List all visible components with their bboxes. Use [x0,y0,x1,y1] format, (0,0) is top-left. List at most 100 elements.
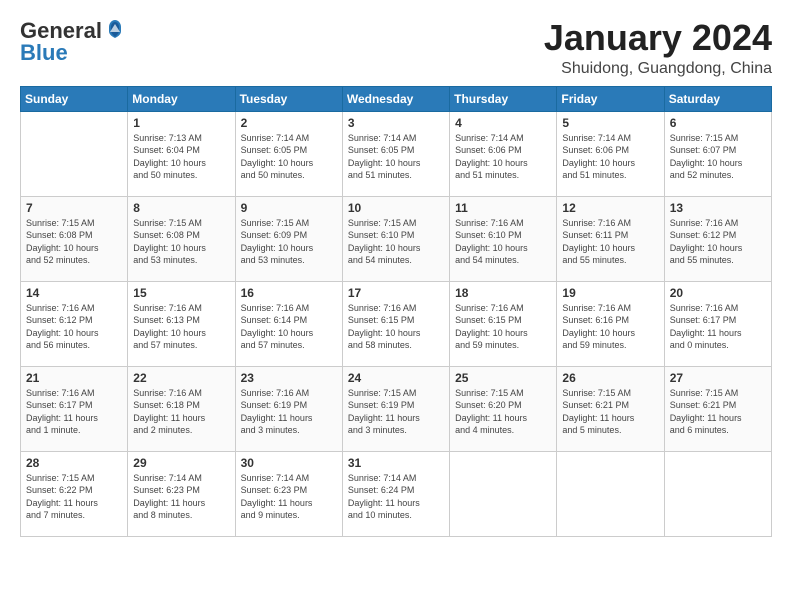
day-cell: 10Sunrise: 7:15 AM Sunset: 6:10 PM Dayli… [342,196,449,281]
day-info: Sunrise: 7:14 AM Sunset: 6:23 PM Dayligh… [133,472,229,522]
day-number: 26 [562,371,658,385]
day-number: 12 [562,201,658,215]
day-number: 7 [26,201,122,215]
day-cell: 28 Sunrise: 7:15 AM Sunset: 6:22 PM Dayli… [21,451,128,536]
week-row-3: 14Sunrise: 7:16 AM Sunset: 6:12 PM Dayli… [21,281,772,366]
day-cell: 29 Sunrise: 7:14 AM Sunset: 6:23 PM Dayli… [128,451,235,536]
day-number: 1 [133,116,229,130]
calendar-title: January 2024 [544,18,772,58]
col-wednesday: Wednesday [342,86,449,111]
day-info: Sunrise: 7:15 AM Sunset: 6:21 PM Dayligh… [670,387,766,437]
day-number: 24 [348,371,444,385]
day-cell: 1Sunrise: 7:13 AM Sunset: 6:04 PM Daylig… [128,111,235,196]
day-number: 18 [455,286,551,300]
day-cell: 26 Sunrise: 7:15 AM Sunset: 6:21 PM Dayli… [557,366,664,451]
day-number: 4 [455,116,551,130]
day-info: Sunrise: 7:15 AM Sunset: 6:19 PM Dayligh… [348,387,444,437]
day-info: Sunrise: 7:16 AM Sunset: 6:12 PM Dayligh… [670,217,766,267]
day-cell: 18Sunrise: 7:16 AM Sunset: 6:15 PM Dayli… [450,281,557,366]
day-info: Sunrise: 7:15 AM Sunset: 6:22 PM Dayligh… [26,472,122,522]
page: General Blue January 2024 Shuidong, Guan… [0,0,792,612]
day-number: 6 [670,116,766,130]
week-row-1: 1Sunrise: 7:13 AM Sunset: 6:04 PM Daylig… [21,111,772,196]
day-info: Sunrise: 7:16 AM Sunset: 6:18 PM Dayligh… [133,387,229,437]
day-cell [21,111,128,196]
day-info: Sunrise: 7:16 AM Sunset: 6:19 PM Dayligh… [241,387,337,437]
day-cell: 3 Sunrise: 7:14 AM Sunset: 6:05 PM Daylig… [342,111,449,196]
day-info: Sunrise: 7:16 AM Sunset: 6:17 PM Dayligh… [670,302,766,352]
day-cell: 25 Sunrise: 7:15 AM Sunset: 6:20 PM Dayli… [450,366,557,451]
calendar-header-row: Sunday Monday Tuesday Wednesday Thursday… [21,86,772,111]
day-info: Sunrise: 7:15 AM Sunset: 6:10 PM Dayligh… [348,217,444,267]
day-cell: 19 Sunrise: 7:16 AM Sunset: 6:16 PM Dayli… [557,281,664,366]
day-cell: 20 Sunrise: 7:16 AM Sunset: 6:17 PM Dayli… [664,281,771,366]
header: General Blue January 2024 Shuidong, Guan… [20,18,772,78]
day-cell [664,451,771,536]
day-cell: 5 Sunrise: 7:14 AM Sunset: 6:06 PM Daylig… [557,111,664,196]
day-cell [450,451,557,536]
day-number: 25 [455,371,551,385]
day-number: 9 [241,201,337,215]
day-info: Sunrise: 7:16 AM Sunset: 6:17 PM Dayligh… [26,387,122,437]
day-info: Sunrise: 7:16 AM Sunset: 6:13 PM Dayligh… [133,302,229,352]
col-sunday: Sunday [21,86,128,111]
day-number: 14 [26,286,122,300]
day-info: Sunrise: 7:16 AM Sunset: 6:14 PM Dayligh… [241,302,337,352]
title-section: January 2024 Shuidong, Guangdong, China [544,18,772,78]
day-number: 21 [26,371,122,385]
day-info: Sunrise: 7:14 AM Sunset: 6:06 PM Dayligh… [455,132,551,182]
col-monday: Monday [128,86,235,111]
day-number: 11 [455,201,551,215]
week-row-4: 21 Sunrise: 7:16 AM Sunset: 6:17 PM Dayli… [21,366,772,451]
day-number: 2 [241,116,337,130]
day-info: Sunrise: 7:15 AM Sunset: 6:09 PM Dayligh… [241,217,337,267]
logo: General Blue [20,18,126,66]
day-number: 31 [348,456,444,470]
day-number: 29 [133,456,229,470]
day-number: 20 [670,286,766,300]
day-cell: 12 Sunrise: 7:16 AM Sunset: 6:11 PM Dayli… [557,196,664,281]
day-cell: 4 Sunrise: 7:14 AM Sunset: 6:06 PM Daylig… [450,111,557,196]
calendar-table: Sunday Monday Tuesday Wednesday Thursday… [20,86,772,537]
day-number: 17 [348,286,444,300]
day-cell: 31 Sunrise: 7:14 AM Sunset: 6:24 PM Dayli… [342,451,449,536]
day-info: Sunrise: 7:16 AM Sunset: 6:10 PM Dayligh… [455,217,551,267]
day-number: 22 [133,371,229,385]
day-cell: 11 Sunrise: 7:16 AM Sunset: 6:10 PM Dayli… [450,196,557,281]
day-info: Sunrise: 7:15 AM Sunset: 6:21 PM Dayligh… [562,387,658,437]
col-thursday: Thursday [450,86,557,111]
day-number: 19 [562,286,658,300]
day-info: Sunrise: 7:15 AM Sunset: 6:20 PM Dayligh… [455,387,551,437]
day-cell: 14Sunrise: 7:16 AM Sunset: 6:12 PM Dayli… [21,281,128,366]
day-cell: 6 Sunrise: 7:15 AM Sunset: 6:07 PM Daylig… [664,111,771,196]
day-number: 30 [241,456,337,470]
day-info: Sunrise: 7:16 AM Sunset: 6:16 PM Dayligh… [562,302,658,352]
day-cell: 23Sunrise: 7:16 AM Sunset: 6:19 PM Dayli… [235,366,342,451]
day-number: 13 [670,201,766,215]
day-info: Sunrise: 7:14 AM Sunset: 6:24 PM Dayligh… [348,472,444,522]
day-cell: 24 Sunrise: 7:15 AM Sunset: 6:19 PM Dayli… [342,366,449,451]
col-saturday: Saturday [664,86,771,111]
day-cell: 13 Sunrise: 7:16 AM Sunset: 6:12 PM Dayli… [664,196,771,281]
day-info: Sunrise: 7:14 AM Sunset: 6:06 PM Dayligh… [562,132,658,182]
day-info: Sunrise: 7:16 AM Sunset: 6:11 PM Dayligh… [562,217,658,267]
day-info: Sunrise: 7:14 AM Sunset: 6:05 PM Dayligh… [241,132,337,182]
col-tuesday: Tuesday [235,86,342,111]
day-cell [557,451,664,536]
day-cell: 7 Sunrise: 7:15 AM Sunset: 6:08 PM Daylig… [21,196,128,281]
day-number: 8 [133,201,229,215]
day-info: Sunrise: 7:14 AM Sunset: 6:05 PM Dayligh… [348,132,444,182]
day-number: 3 [348,116,444,130]
logo-blue: Blue [20,40,68,66]
day-info: Sunrise: 7:15 AM Sunset: 6:08 PM Dayligh… [26,217,122,267]
day-info: Sunrise: 7:15 AM Sunset: 6:07 PM Dayligh… [670,132,766,182]
day-cell: 22 Sunrise: 7:16 AM Sunset: 6:18 PM Dayli… [128,366,235,451]
day-number: 28 [26,456,122,470]
week-row-2: 7 Sunrise: 7:15 AM Sunset: 6:08 PM Daylig… [21,196,772,281]
col-friday: Friday [557,86,664,111]
calendar-body: 1Sunrise: 7:13 AM Sunset: 6:04 PM Daylig… [21,111,772,536]
day-cell: 2 Sunrise: 7:14 AM Sunset: 6:05 PM Daylig… [235,111,342,196]
day-number: 16 [241,286,337,300]
day-cell: 30Sunrise: 7:14 AM Sunset: 6:23 PM Dayli… [235,451,342,536]
day-number: 5 [562,116,658,130]
